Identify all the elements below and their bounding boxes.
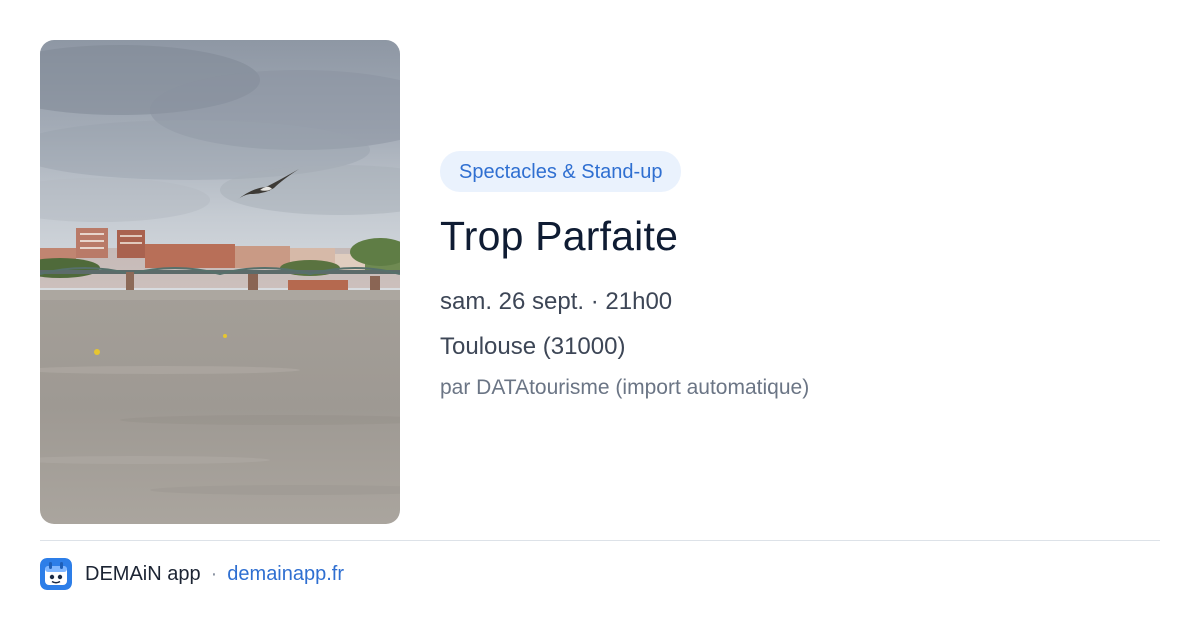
event-source: par DATAtourisme (import automatique) <box>440 376 810 399</box>
event-card: Spectacles & Stand-up Trop Parfaite sam.… <box>0 0 1200 630</box>
app-name: DEMAiN app <box>85 562 201 585</box>
category-badge[interactable]: Spectacles & Stand-up <box>440 151 682 192</box>
footer: DEMAiN app · demainapp.fr <box>40 558 344 590</box>
event-datetime: sam. 26 sept. · 21h00 <box>440 288 673 315</box>
event-title[interactable]: Trop Parfaite <box>440 212 1160 260</box>
event-info: Spectacles & Stand-up Trop Parfaite sam.… <box>440 151 1160 401</box>
event-location: Toulouse (31000) <box>440 333 626 360</box>
footer-separator: · <box>210 562 218 585</box>
footer-divider <box>40 540 1160 541</box>
demain-app-icon[interactable] <box>40 558 72 590</box>
app-url-link[interactable]: demainapp.fr <box>227 563 344 586</box>
river-bridge-photo <box>40 40 400 524</box>
event-photo[interactable] <box>40 40 400 524</box>
